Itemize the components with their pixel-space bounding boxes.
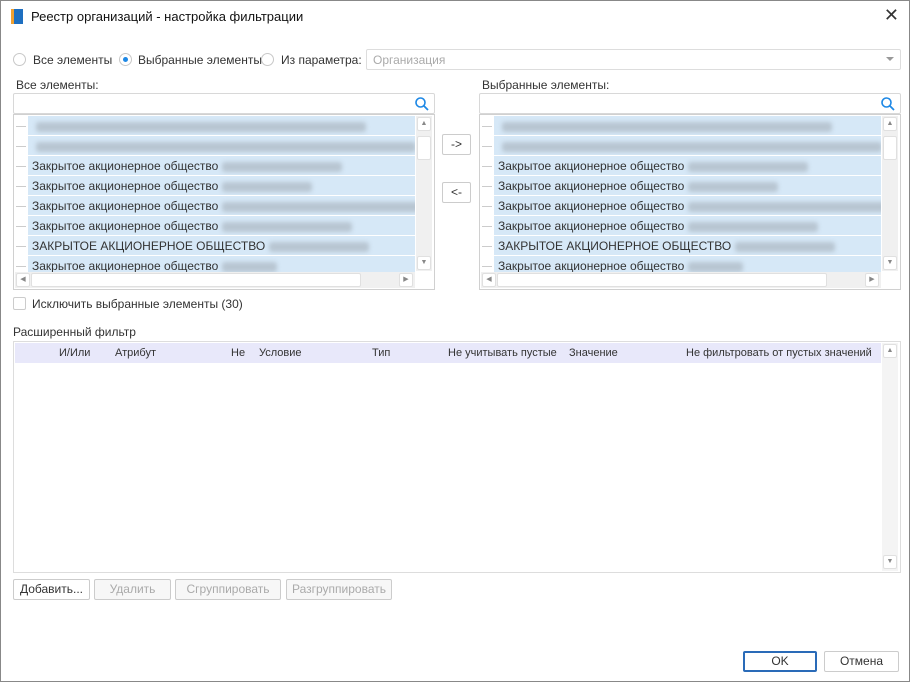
all-list[interactable]: Закрытое акционерное общество Закрытое ак… — [13, 114, 435, 290]
list-item[interactable]: Закрытое акционерное общество — [28, 156, 415, 175]
ungroup-button[interactable]: Разгруппировать — [286, 579, 392, 600]
radio-all[interactable] — [13, 53, 26, 66]
list-item[interactable]: ЗАКРЫТОЕ АКЦИОНЕРНОЕ ОБЩЕСТВО — [494, 236, 881, 255]
list-item-text: ЗАКРЫТОЕ АКЦИОНЕРНОЕ ОБЩЕСТВО — [32, 239, 266, 253]
ok-button[interactable]: OK — [743, 651, 817, 672]
list-item[interactable]: ЗАКРЫТОЕ АКЦИОНЕРНОЕ ОБЩЕСТВО — [28, 236, 415, 255]
list-item[interactable]: Закрытое акционерное общество — [28, 196, 415, 215]
selected-hscrollbar[interactable]: ◀ ▶ — [481, 272, 881, 288]
redacted-text — [269, 241, 370, 252]
search-icon[interactable] — [414, 96, 430, 112]
col-andor[interactable]: И/Или — [59, 347, 90, 359]
radio-param-label[interactable]: Из параметра: — [281, 53, 362, 67]
grid-scrollbar[interactable]: ▲ ▼ — [882, 343, 898, 571]
redacted-text — [688, 161, 809, 172]
list-item[interactable]: Закрытое акционерное общество — [494, 156, 881, 175]
list-item-text: Закрытое акционерное общество — [32, 199, 219, 213]
list-item-text: Закрытое акционерное общество — [498, 219, 685, 233]
add-button[interactable]: Добавить... — [13, 579, 90, 600]
close-icon[interactable]: ✕ — [884, 5, 899, 26]
redacted-text — [688, 201, 881, 212]
list-item[interactable]: Закрытое акционерное общество — [494, 216, 881, 235]
list-item[interactable]: Закрытое акционерное общество — [28, 216, 415, 235]
list-item-text: Закрытое акционерное общество — [32, 259, 219, 273]
app-icon — [11, 9, 23, 24]
redacted-text — [36, 121, 366, 132]
delete-button[interactable]: Удалить — [94, 579, 171, 600]
group-button[interactable]: Сгруппировать — [175, 579, 281, 600]
move-left-button[interactable]: <- — [442, 182, 471, 203]
col-no-filter-empty[interactable]: Не фильтровать от пустых значений — [686, 347, 872, 359]
list-item-text: Закрытое акционерное общество — [498, 199, 685, 213]
list-item[interactable]: Закрытое акционерное общество — [28, 176, 415, 195]
list-item[interactable]: Закрытое акционерное общество — [494, 196, 881, 215]
radio-all-label[interactable]: Все элементы — [33, 53, 112, 67]
list-item[interactable]: Закрытое акционерное общество — [494, 176, 881, 195]
selected-vscrollbar[interactable]: ▲ ▼ — [882, 116, 898, 271]
list-item-text: Закрытое акционерное общество — [498, 179, 685, 193]
col-value[interactable]: Значение — [569, 347, 618, 359]
list-item[interactable] — [28, 116, 415, 135]
list-item-text: ЗАКРЫТОЕ АКЦИОНЕРНОЕ ОБЩЕСТВО — [498, 239, 732, 253]
filter-label: Расширенный фильтр — [13, 325, 136, 339]
list-item[interactable] — [494, 136, 881, 155]
exclude-label[interactable]: Исключить выбранные элементы (30) — [32, 297, 243, 311]
redacted-text — [502, 121, 832, 132]
list-item-text: Закрытое акционерное общество — [32, 159, 219, 173]
redacted-text — [222, 201, 415, 212]
all-hscrollbar[interactable]: ◀ ▶ — [15, 272, 415, 288]
selected-search-input[interactable] — [479, 93, 901, 114]
radio-selected-label[interactable]: Выбранные элементы — [138, 53, 262, 67]
list-item-text: Закрытое акционерное общество — [32, 219, 219, 233]
redacted-text — [222, 221, 353, 232]
radio-selected[interactable] — [119, 53, 132, 66]
radio-param[interactable] — [261, 53, 274, 66]
redacted-text — [222, 161, 343, 172]
all-search-input[interactable] — [13, 93, 435, 114]
search-icon[interactable] — [880, 96, 896, 112]
redacted-text — [688, 181, 779, 192]
param-placeholder: Организация — [373, 53, 446, 67]
move-right-button[interactable]: -> — [442, 134, 471, 155]
filter-grid[interactable]: И/Или Атрибут Не Условие Тип Не учитыват… — [13, 341, 901, 573]
redacted-text — [222, 261, 278, 272]
redacted-text — [222, 181, 313, 192]
selected-list-label: Выбранные элементы: — [482, 78, 610, 92]
redacted-text — [688, 221, 819, 232]
window-title: Реестр организаций - настройка фильтраци… — [31, 9, 304, 24]
col-condition[interactable]: Условие — [259, 347, 302, 359]
param-combo[interactable]: Организация — [366, 49, 901, 70]
exclude-checkbox[interactable] — [13, 297, 26, 310]
list-item-text: Закрытое акционерное общество — [32, 179, 219, 193]
list-item-text: Закрытое акционерное общество — [498, 259, 685, 273]
grid-header: И/Или Атрибут Не Условие Тип Не учитыват… — [15, 343, 881, 363]
cancel-button[interactable]: Отмена — [824, 651, 899, 672]
col-attribute[interactable]: Атрибут — [115, 347, 156, 359]
list-item[interactable] — [28, 136, 415, 155]
list-item-text: Закрытое акционерное общество — [498, 159, 685, 173]
redacted-text — [735, 241, 836, 252]
chevron-down-icon — [886, 57, 894, 65]
col-type[interactable]: Тип — [372, 347, 390, 359]
list-item[interactable] — [494, 116, 881, 135]
col-ignore-empty[interactable]: Не учитывать пустые — [448, 347, 557, 359]
redacted-text — [502, 141, 881, 152]
redacted-text — [688, 261, 744, 272]
all-list-label: Все элементы: — [16, 78, 99, 92]
col-not[interactable]: Не — [231, 347, 245, 359]
redacted-text — [36, 141, 415, 152]
selected-list[interactable]: Закрытое акционерное общество Закрытое ак… — [479, 114, 901, 290]
all-vscrollbar[interactable]: ▲ ▼ — [416, 116, 432, 271]
